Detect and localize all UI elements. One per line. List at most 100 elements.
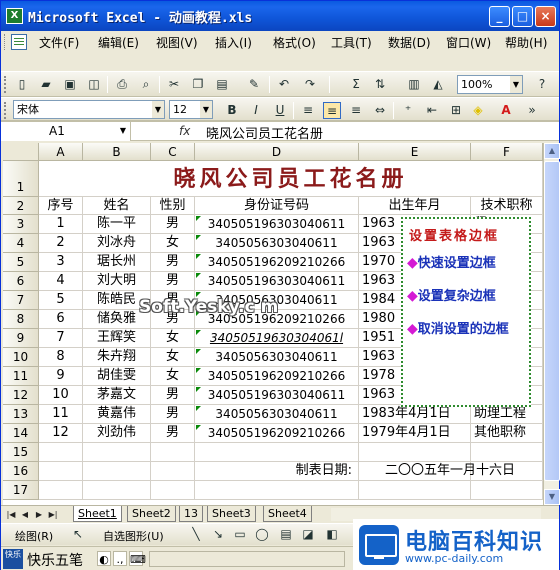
table-cell[interactable]: 3405056303040611 bbox=[195, 405, 359, 424]
footer-date[interactable]: 二〇〇五年一月十六日 bbox=[359, 462, 543, 481]
title-bar[interactable]: X Microsoft Excel - 动画教程.xls _ □ × bbox=[1, 1, 559, 31]
decrease-indent-icon[interactable]: ⇤ bbox=[423, 102, 441, 119]
table-cell[interactable]: 340505196303040611 bbox=[195, 386, 359, 405]
menu-edit[interactable]: 编辑(E) bbox=[98, 34, 139, 51]
table-cell[interactable]: 其他职称 bbox=[471, 424, 543, 443]
toolbar-options-icon[interactable]: » bbox=[523, 102, 541, 119]
table-cell[interactable]: 3405056303040611 bbox=[195, 234, 359, 253]
print-icon[interactable]: ⎙ bbox=[113, 76, 131, 93]
fx-icon[interactable]: fx bbox=[179, 124, 190, 138]
cell[interactable] bbox=[471, 481, 543, 500]
bold-button[interactable]: B bbox=[223, 102, 241, 119]
table-cell[interactable]: 男 bbox=[151, 272, 195, 291]
tab-sheet2[interactable]: Sheet2 bbox=[127, 506, 176, 522]
prev-sheet-icon[interactable]: ◀ bbox=[19, 508, 31, 521]
table-cell[interactable]: 5 bbox=[39, 291, 83, 310]
table-cell[interactable]: 340505196209210266 bbox=[195, 253, 359, 272]
ime-logo-icon[interactable]: 快乐 bbox=[3, 549, 23, 569]
table-cell[interactable]: 男 bbox=[151, 405, 195, 424]
close-button[interactable]: × bbox=[535, 6, 556, 27]
menu-insert[interactable]: 插入(I) bbox=[215, 34, 252, 51]
autosum-icon[interactable]: Σ bbox=[347, 76, 365, 93]
column-header[interactable]: A bbox=[39, 143, 83, 161]
textbox-icon[interactable]: ▤ bbox=[277, 526, 295, 543]
column-header[interactable]: D bbox=[195, 143, 359, 161]
print-preview-icon[interactable]: ⌕ bbox=[137, 76, 155, 93]
permission-icon[interactable]: ◫ bbox=[85, 76, 103, 93]
draw-menu[interactable]: 绘图(R) bbox=[15, 528, 53, 544]
table-cell[interactable]: 2 bbox=[39, 234, 83, 253]
line-icon[interactable]: ╲ bbox=[187, 526, 205, 543]
toolbar-grip[interactable] bbox=[4, 76, 7, 93]
table-cell[interactable]: 3 bbox=[39, 253, 83, 272]
row-header[interactable]: 13 bbox=[3, 405, 39, 424]
cell[interactable] bbox=[39, 481, 83, 500]
row-header[interactable]: 16 bbox=[3, 462, 39, 481]
row-header[interactable]: 10 bbox=[3, 348, 39, 367]
chevron-down-icon[interactable]: ▼ bbox=[200, 101, 212, 118]
ime-punct-icon[interactable]: ., bbox=[113, 551, 127, 566]
callout-item-remove-border[interactable]: ◆取消设置的边框 bbox=[407, 320, 525, 339]
row-header[interactable]: 4 bbox=[3, 234, 39, 253]
autoshapes-menu[interactable]: 自选图形(U) bbox=[103, 528, 164, 544]
table-cell[interactable]: 王辉笑 bbox=[83, 329, 151, 348]
cell[interactable] bbox=[151, 462, 195, 481]
table-cell[interactable]: 刘大明 bbox=[83, 272, 151, 291]
table-cell[interactable]: 男 bbox=[151, 253, 195, 272]
table-cell[interactable]: 琚长州 bbox=[83, 253, 151, 272]
ime-keyboard-icon[interactable]: ⌨ bbox=[129, 551, 146, 566]
minimize-button[interactable]: _ bbox=[489, 6, 510, 27]
table-cell[interactable]: 女 bbox=[151, 348, 195, 367]
row-header[interactable]: 3 bbox=[3, 215, 39, 234]
table-header-cell[interactable]: 性别 bbox=[151, 197, 195, 215]
italic-button[interactable]: I bbox=[247, 102, 265, 119]
table-header-cell[interactable]: 序号 bbox=[39, 197, 83, 215]
align-center-icon[interactable]: ≡ bbox=[323, 102, 341, 119]
cell[interactable] bbox=[359, 443, 471, 462]
workbook-icon[interactable] bbox=[11, 34, 27, 50]
table-cell[interactable]: 助理工程 bbox=[471, 405, 543, 424]
increase-decimal-icon[interactable]: ⁺ bbox=[399, 102, 417, 119]
cell[interactable] bbox=[195, 481, 359, 500]
table-cell[interactable]: 12 bbox=[39, 424, 83, 443]
menu-format[interactable]: 格式(O) bbox=[273, 34, 316, 51]
table-cell[interactable]: 黄嘉伟 bbox=[83, 405, 151, 424]
redo-icon[interactable]: ↷ bbox=[301, 76, 319, 93]
tab-13[interactable]: 13 bbox=[179, 506, 203, 522]
wordart-icon[interactable]: ◪ bbox=[299, 526, 317, 543]
footer-label[interactable]: 制表日期: bbox=[195, 462, 359, 481]
table-cell[interactable]: 刘冰舟 bbox=[83, 234, 151, 253]
table-cell[interactable]: 胡佳雯 bbox=[83, 367, 151, 386]
font-combo[interactable]: 宋体 ▼ bbox=[13, 100, 165, 119]
table-cell[interactable]: 朱卉翔 bbox=[83, 348, 151, 367]
drawing-icon[interactable]: ◭ bbox=[429, 76, 447, 93]
row-header[interactable]: 7 bbox=[3, 291, 39, 310]
menu-file[interactable]: 文件(F) bbox=[39, 34, 79, 51]
menu-view[interactable]: 视图(V) bbox=[156, 34, 198, 51]
new-icon[interactable]: ▯ bbox=[13, 76, 31, 93]
cell[interactable] bbox=[195, 443, 359, 462]
ime-name[interactable]: 快乐五笔 bbox=[27, 550, 83, 570]
cell[interactable] bbox=[359, 481, 471, 500]
table-cell[interactable]: 1979年4月1日 bbox=[359, 424, 471, 443]
copy-icon[interactable]: ❐ bbox=[189, 76, 207, 93]
table-cell[interactable]: 6 bbox=[39, 310, 83, 329]
restore-button[interactable]: □ bbox=[512, 6, 533, 27]
table-header-cell[interactable]: 出生年月 bbox=[359, 197, 471, 215]
table-cell[interactable]: 8 bbox=[39, 348, 83, 367]
table-header-cell[interactable]: 技术职称 bbox=[471, 197, 543, 215]
cut-icon[interactable]: ✂ bbox=[165, 76, 183, 93]
table-header-cell[interactable]: 姓名 bbox=[83, 197, 151, 215]
scroll-up-icon[interactable]: ▲ bbox=[544, 143, 560, 159]
rectangle-icon[interactable]: ▭ bbox=[231, 526, 249, 543]
column-header[interactable]: E bbox=[359, 143, 471, 161]
table-cell[interactable]: 3405056303040611 bbox=[195, 348, 359, 367]
table-cell[interactable]: 女 bbox=[151, 367, 195, 386]
table-cell[interactable]: 女 bbox=[151, 234, 195, 253]
tab-sheet3[interactable]: Sheet3 bbox=[207, 506, 256, 522]
table-cell[interactable]: 340505196209210266 bbox=[195, 424, 359, 443]
open-icon[interactable]: ▰ bbox=[37, 76, 55, 93]
row-header[interactable]: 11 bbox=[3, 367, 39, 386]
chevron-down-icon[interactable]: ▼ bbox=[510, 76, 522, 93]
row-header[interactable]: 1 bbox=[3, 161, 39, 197]
